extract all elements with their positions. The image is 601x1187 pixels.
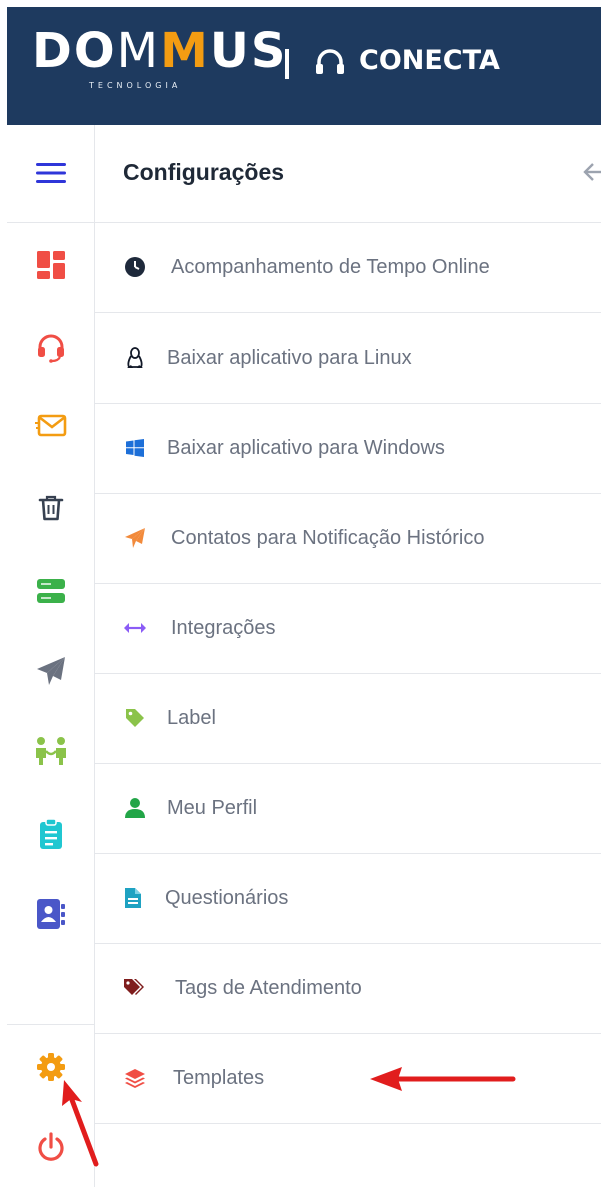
envelope-icon	[34, 414, 66, 437]
sidebar-menu-toggle[interactable]	[7, 153, 94, 193]
server-icon	[36, 579, 65, 603]
linux-icon	[123, 346, 147, 370]
settings-item-questionnaires[interactable]: Questionários	[95, 853, 601, 944]
settings-item-notification-contacts[interactable]: Contatos para Notificação Histórico	[95, 493, 601, 584]
settings-item-label: Templates	[173, 1066, 265, 1089]
people-icon	[35, 737, 66, 765]
sidebar-item-trash[interactable]	[7, 488, 94, 528]
settings-item-label: Integrações	[171, 616, 276, 639]
headphones-icon	[316, 48, 344, 74]
windows-icon	[123, 436, 147, 460]
settings-item-label: Questionários	[165, 886, 289, 909]
sidebar-item-clipboard[interactable]	[7, 814, 94, 854]
panel-header: Configurações	[95, 125, 601, 223]
annotation-arrow-settings	[62, 1080, 99, 1167]
dashboard-icon	[36, 251, 65, 279]
settings-item-label: Baixar aplicativo para Windows	[167, 436, 445, 459]
arrows-horizontal-icon	[123, 616, 147, 640]
page-title: Configurações	[123, 159, 285, 185]
settings-item-label: Acompanhamento de Tempo Online	[171, 255, 490, 278]
settings-item-label: Tags de Atendimento	[175, 976, 362, 999]
settings-item-label-tags[interactable]: Label	[95, 673, 601, 764]
settings-item-linux-app[interactable]: Baixar aplicativo para Linux	[95, 313, 601, 404]
header-separator	[285, 49, 289, 79]
tags-icon	[123, 976, 147, 1000]
app-header: DOMMUS TECNOLOGIA CONECTA	[7, 7, 601, 125]
settings-panel: Configurações Acompanhamento de Tempo On…	[95, 125, 601, 1187]
logo-subtitle: TECNOLOGIA	[89, 81, 182, 90]
paper-plane-icon	[123, 526, 147, 550]
file-icon	[121, 886, 145, 910]
headset-icon	[37, 334, 64, 363]
settings-item-windows-app[interactable]: Baixar aplicativo para Windows	[95, 403, 601, 494]
paper-plane-icon	[36, 657, 65, 685]
app-title: CONECTA	[315, 45, 500, 76]
user-icon	[123, 796, 147, 820]
address-book-icon	[36, 899, 65, 929]
settings-item-service-tags[interactable]: Tags de Atendimento	[95, 943, 601, 1034]
settings-item-label: Baixar aplicativo para Linux	[167, 346, 412, 369]
trash-icon	[38, 495, 63, 521]
settings-item-my-profile[interactable]: Meu Perfil	[95, 763, 601, 854]
annotation-arrow-templates	[370, 1067, 516, 1091]
hamburger-icon	[35, 163, 66, 183]
sidebar-divider	[7, 1024, 94, 1025]
settings-item-label: Contatos para Notificação Histórico	[171, 526, 485, 549]
sidebar-item-send[interactable]	[7, 651, 94, 691]
settings-item-online-time[interactable]: Acompanhamento de Tempo Online	[95, 222, 601, 313]
tag-icon	[123, 706, 147, 730]
clipboard-icon	[39, 818, 62, 849]
sidebar-item-contacts[interactable]	[7, 894, 94, 934]
sidebar-divider	[7, 222, 94, 223]
settings-item-label: Meu Perfil	[167, 796, 258, 819]
settings-item-integrations[interactable]: Integrações	[95, 583, 601, 674]
settings-item-label: Label	[167, 706, 216, 729]
sidebar-item-team[interactable]	[7, 731, 94, 771]
layers-icon	[123, 1066, 147, 1090]
sidebar-item-support[interactable]	[7, 328, 94, 368]
clock-icon	[123, 255, 147, 279]
sidebar-item-email[interactable]	[7, 406, 94, 446]
sidebar-item-dashboard[interactable]	[7, 245, 94, 285]
settings-item-templates[interactable]: Templates	[95, 1033, 601, 1124]
back-arrow-icon[interactable]	[583, 161, 601, 183]
sidebar-item-servers[interactable]	[7, 571, 94, 611]
dommus-logo: DOMMUS	[32, 23, 288, 79]
